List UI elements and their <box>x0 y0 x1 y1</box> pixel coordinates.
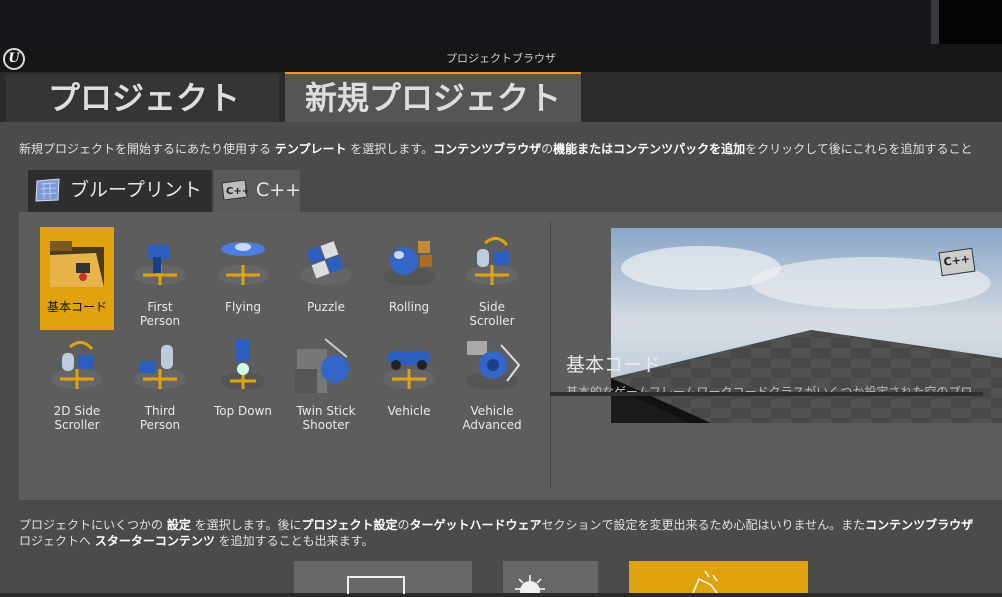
tab-cpp[interactable]: C++ C++ <box>214 170 302 212</box>
cpp-badge-icon: C++ <box>938 247 976 277</box>
panel-divider <box>550 222 551 487</box>
tab-cpp-label: C++ <box>256 179 302 201</box>
tab-blueprint-label: ブループリント <box>70 179 202 201</box>
vehicle-icon <box>383 351 435 389</box>
template-label: Vehicle <box>387 404 431 418</box>
svg-text:C++: C++ <box>226 186 248 197</box>
hardware-target-card[interactable] <box>294 561 472 594</box>
template-tile-third-person[interactable]: Third Person <box>123 331 197 434</box>
cpp-icon: C++ <box>221 179 248 201</box>
template-tile-basic-code[interactable]: 基本コード <box>40 227 114 330</box>
dark-region <box>939 0 1002 44</box>
template-label: Top Down <box>213 404 273 418</box>
splitter[interactable] <box>931 0 939 44</box>
template-grid: 基本コード First Person Flying Puzzle Rolling… <box>39 227 544 447</box>
template-label: Side Scroller <box>469 300 515 328</box>
blueprint-icon <box>35 178 60 202</box>
template-tile-top-down[interactable]: Top Down <box>206 331 280 434</box>
template-tile-vehicle[interactable]: Vehicle <box>372 331 446 434</box>
rolling-icon <box>383 241 435 286</box>
template-tile-first-person[interactable]: First Person <box>123 227 197 330</box>
template-label: Twin Stick Shooter <box>296 404 356 432</box>
top-strip <box>0 0 1002 44</box>
starter-content-icon <box>692 570 718 594</box>
tab-new-project[interactable]: 新規プロジェクト <box>285 72 581 122</box>
flying-icon <box>217 242 269 285</box>
template-label: Rolling <box>388 300 430 314</box>
template-description: 新規プロジェクトを開始するにあたり使用する テンプレート を選択します。コンテン… <box>19 142 973 156</box>
light-icon <box>515 575 545 597</box>
preview-scrollbar[interactable] <box>550 392 983 396</box>
new-project-content: 新規プロジェクトを開始するにあたり使用する テンプレート を選択します。コンテン… <box>0 122 1002 597</box>
template-label: Third Person <box>139 404 181 432</box>
template-tile-side-scroller[interactable]: Side Scroller <box>455 227 529 330</box>
template-label: First Person <box>139 300 181 328</box>
preview-title: 基本コード <box>566 354 662 376</box>
template-tile-puzzle[interactable]: Puzzle <box>289 227 363 330</box>
twin-stick-icon <box>295 338 349 393</box>
template-label: 2D Side Scroller <box>53 404 101 432</box>
vehicle-advanced-icon <box>466 341 521 390</box>
template-label: Puzzle <box>307 300 345 314</box>
template-tile-vehicle-advanced[interactable]: Vehicle Advanced <box>455 331 529 434</box>
2d-side-scroller-icon <box>51 341 103 389</box>
settings-description-line1: プロジェクトにいくつかの 設定 を選択します。後にプロジェクト設定のターゲットハ… <box>19 518 974 532</box>
tab-blueprint[interactable]: ブループリント <box>28 170 212 212</box>
third-person-icon <box>134 345 186 389</box>
graphics-quality-card[interactable] <box>503 561 598 597</box>
puzzle-icon <box>300 241 352 285</box>
top-down-icon <box>221 339 265 390</box>
tab-projects[interactable]: プロジェクト <box>6 72 279 122</box>
side-scroller-icon <box>466 237 518 285</box>
desktop-icon <box>347 576 405 594</box>
title-bar: U プロジェクトブラウザ <box>0 44 1002 72</box>
window-title: プロジェクトブラウザ <box>446 52 556 65</box>
first-person-icon <box>134 245 186 285</box>
template-label: 基本コード <box>46 300 107 314</box>
template-tile-2d-side-scroller[interactable]: 2D Side Scroller <box>40 331 114 434</box>
template-label: Vehicle Advanced <box>462 404 522 432</box>
template-tile-rolling[interactable]: Rolling <box>372 227 446 330</box>
template-panel: 基本コード First Person Flying Puzzle Rolling… <box>19 212 1002 500</box>
template-tile-flying[interactable]: Flying <box>206 227 280 330</box>
starter-content-card[interactable] <box>629 561 808 594</box>
settings-description-line2: ロジェクトへ スターターコンテンツ を追加することも出来ます。 <box>19 534 374 548</box>
template-tile-twin-stick-shooter[interactable]: Twin Stick Shooter <box>289 331 363 434</box>
folder-icon <box>50 241 104 287</box>
project-browser-window: U プロジェクトブラウザ プロジェクト 新規プロジェクト 新規プロジェクトを開始… <box>0 44 1002 597</box>
template-label: Flying <box>225 300 261 314</box>
main-tab-bar: プロジェクト 新規プロジェクト <box>0 72 1002 122</box>
